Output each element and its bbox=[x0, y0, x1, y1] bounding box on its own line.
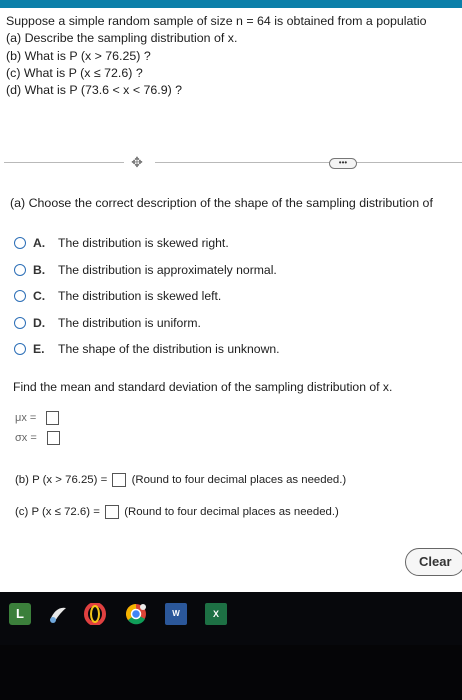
shape-options: A. The distribution is skewed right. B. … bbox=[14, 230, 280, 363]
problem-intro: Suppose a simple random sample of size n… bbox=[6, 14, 427, 28]
part-b-answer-box[interactable] bbox=[112, 473, 127, 487]
part-c-answer-box[interactable] bbox=[105, 505, 120, 519]
radio-button[interactable] bbox=[14, 343, 26, 356]
option-a[interactable]: A. The distribution is skewed right. bbox=[14, 230, 280, 257]
problem-part-a: (a) Describe the sampling distribution o… bbox=[6, 31, 238, 46]
part-c-note: (Round to four decimal places as needed.… bbox=[124, 506, 339, 519]
part-b-note: (Round to four decimal places as needed.… bbox=[131, 474, 347, 487]
problem-part-b: (b) What is P (x > 76.25) ? bbox=[6, 48, 151, 63]
sd-label: σx = bbox=[15, 432, 37, 444]
part-b-label: (b) P (x > 76.25) = bbox=[15, 474, 108, 487]
mean-sd-prompt: Find the mean and standard deviation of … bbox=[13, 380, 393, 394]
option-letter: D. bbox=[33, 315, 46, 330]
radio-button[interactable] bbox=[14, 290, 26, 303]
option-text: The distribution is skewed right. bbox=[58, 236, 229, 251]
top-accent-bar bbox=[0, 0, 462, 8]
part-c-answer-row: (c) P (x ≤ 72.6) = (Round to four decima… bbox=[15, 505, 339, 519]
option-b[interactable]: B. The distribution is approximately nor… bbox=[14, 257, 280, 284]
radio-button[interactable] bbox=[14, 237, 26, 250]
question-a-prompt: (a) Choose the correct description of th… bbox=[10, 196, 433, 210]
part-b-answer-row: (b) P (x > 76.25) = (Round to four decim… bbox=[15, 473, 346, 487]
option-letter: B. bbox=[33, 262, 46, 277]
opera-icon[interactable] bbox=[84, 602, 106, 626]
clear-button[interactable]: Clear bbox=[405, 548, 462, 576]
taskbar-shelf bbox=[0, 592, 462, 645]
option-text: The distribution is uniform. bbox=[58, 315, 201, 330]
section-divider-right bbox=[155, 162, 462, 163]
part-c-label: (c) P (x ≤ 72.6) = bbox=[15, 506, 100, 519]
option-c[interactable]: C. The distribution is skewed left. bbox=[14, 283, 280, 310]
opera-icon-graphic bbox=[84, 602, 106, 626]
word-icon[interactable]: W bbox=[165, 603, 187, 625]
option-letter: A. bbox=[33, 236, 46, 251]
option-letter: E. bbox=[33, 342, 45, 357]
radio-button[interactable] bbox=[14, 263, 26, 276]
sd-row: σx = bbox=[15, 431, 60, 445]
option-d[interactable]: D. The distribution is uniform. bbox=[14, 310, 280, 337]
chrome-icon[interactable] bbox=[125, 603, 147, 625]
more-options-button[interactable]: ••• bbox=[329, 158, 357, 169]
sd-answer-box[interactable] bbox=[46, 431, 60, 445]
section-divider-left bbox=[4, 162, 124, 163]
launcher-icon[interactable]: L bbox=[9, 603, 31, 625]
option-e[interactable]: E. The shape of the distribution is unkn… bbox=[14, 336, 280, 363]
option-text: The shape of the distribution is unknown… bbox=[58, 342, 280, 357]
radio-button[interactable] bbox=[14, 316, 26, 329]
mean-label: μx = bbox=[15, 412, 37, 424]
option-text: The distribution is approximately normal… bbox=[58, 262, 277, 277]
problem-part-c: (c) What is P (x ≤ 72.6) ? bbox=[6, 65, 143, 80]
option-letter: C. bbox=[33, 289, 46, 304]
option-text: The distribution is skewed left. bbox=[58, 289, 222, 304]
excel-icon[interactable]: X bbox=[205, 603, 227, 625]
mean-answer-box[interactable] bbox=[46, 411, 60, 425]
drag-icon[interactable]: ✥ bbox=[127, 153, 147, 171]
problem-statement: Suppose a simple random sample of size n… bbox=[6, 13, 462, 99]
chrome-icon-graphic bbox=[126, 604, 146, 625]
mean-row: μx = bbox=[15, 411, 60, 425]
paint-icon[interactable] bbox=[47, 603, 69, 625]
problem-part-d: (d) What is P (73.6 < x < 76.9) ? bbox=[6, 83, 183, 98]
paint-icon-graphic bbox=[50, 607, 66, 623]
